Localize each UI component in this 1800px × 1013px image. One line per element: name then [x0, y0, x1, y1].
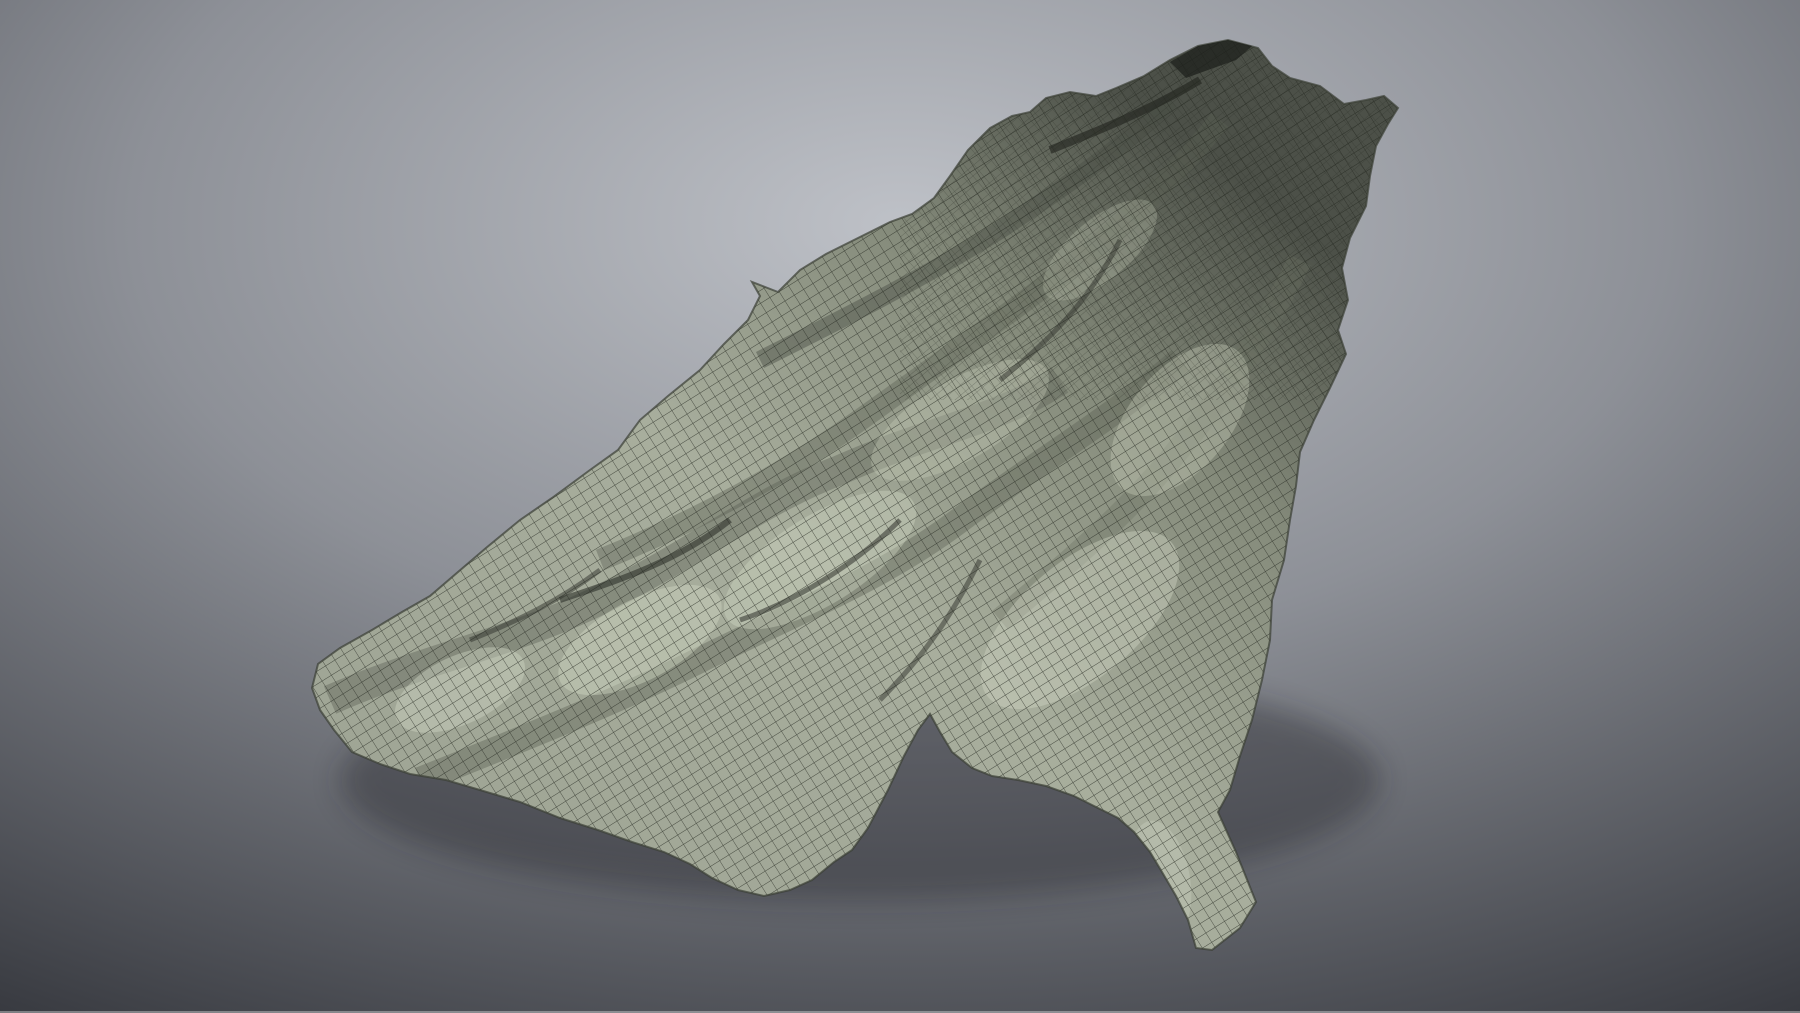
viewport	[0, 0, 1800, 1013]
scene-canvas	[0, 0, 1800, 1013]
